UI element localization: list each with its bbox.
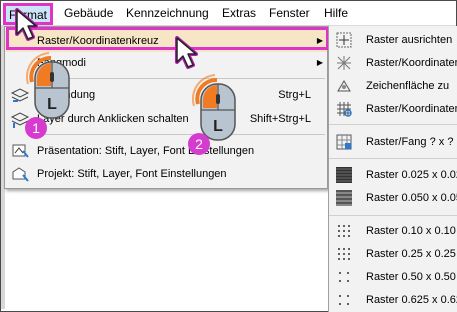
dot-grid-icon	[338, 248, 350, 260]
menu-fenster[interactable]: Fenster	[269, 1, 310, 25]
highlight-outline	[6, 27, 329, 50]
submenu-item-label: Raster 0.50 x 0.50	[366, 271, 456, 283]
grid-icon	[337, 102, 352, 117]
step-badge-1: 1	[25, 117, 47, 139]
dot-grid-icon	[338, 225, 350, 237]
step-badge-2: 2	[188, 133, 210, 155]
submenu-item-raster-0050[interactable]: Raster 0.050 x 0.050	[329, 188, 457, 208]
submenu-item-label: Raster 0.10 x 0.10	[366, 225, 456, 237]
submenu-item-label: Raster/Fang ? x ?	[366, 136, 454, 148]
menu-item-label: Projekt: Stift, Layer, Font Einstellunge…	[37, 168, 227, 180]
menu-item-projekt[interactable]: Projekt: Stift, Layer, Font Einstellunge…	[5, 163, 327, 185]
submenu-item-label: Raster ausrichten	[366, 34, 453, 46]
submenu-item-label: Raster 0.025 x 0.025	[366, 169, 457, 181]
menu-item-shortcut: Strg+L	[278, 89, 311, 101]
submenu-item-raster-0625[interactable]: Raster 0.625 x 0.625	[329, 290, 457, 310]
raster-submenu: Raster ausrichten Raster/Koordinaten Zei…	[328, 26, 457, 312]
submenu-item-label: Raster/Koordinaten	[366, 103, 457, 115]
submenu-item-raster-koordinaten-2[interactable]: Raster/Koordinaten	[329, 99, 457, 119]
grid-coordinates-icon	[337, 56, 351, 70]
menu-gebaeude[interactable]: Gebäude	[64, 1, 113, 25]
submenu-item-zeichenflaeche[interactable]: Zeichenfläche zu	[329, 76, 457, 96]
submenu-item-label: Raster 0.25 x 0.25	[366, 248, 456, 260]
menu-kennzeichnung[interactable]: Kennzeichnung	[126, 1, 209, 25]
presentation-settings-icon	[12, 144, 29, 158]
dot-grid-icon	[339, 295, 349, 305]
menu-hilfe[interactable]: Hilfe	[324, 1, 348, 25]
submenu-item-raster-050[interactable]: Raster 0.50 x 0.50	[329, 267, 457, 287]
align-grid-icon	[336, 32, 352, 48]
submenu-separator	[329, 158, 457, 159]
menu-item-praesentation[interactable]: Präsentation: Stift, Layer, Font Einstel…	[5, 140, 327, 162]
project-settings-icon	[12, 167, 29, 182]
menu-separator	[35, 134, 325, 135]
medium-grid-icon	[336, 190, 352, 206]
drawing-area-icon	[337, 80, 351, 92]
submenu-item-raster-koordinaten[interactable]: Raster/Koordinaten	[329, 53, 457, 73]
left-click-mouse-icon: L	[26, 52, 70, 119]
submenu-item-label: Raster 0.625 x 0.625	[366, 294, 457, 306]
menu-item-shortcut: Shift+Strg+L	[249, 113, 311, 125]
menu-extras[interactable]: Extras	[222, 1, 256, 25]
submenu-item-label: Raster 0.050 x 0.050	[366, 192, 457, 204]
mouse-pointer-icon	[175, 36, 198, 69]
dense-grid-icon	[336, 167, 352, 183]
submenu-item-label: Raster/Koordinaten	[366, 57, 457, 69]
dot-grid-icon	[339, 272, 349, 282]
menu-bar: Format Gebäude Kennzeichnung Extras Fens…	[1, 1, 456, 26]
submenu-item-raster-025[interactable]: Raster 0.25 x 0.25	[329, 244, 457, 264]
submenu-item-raster-fang[interactable]: Raster/Fang ? x ?	[329, 132, 457, 152]
grid-snap-icon	[336, 134, 352, 150]
submenu-arrow-icon: ▶	[316, 58, 323, 67]
submenu-item-raster-010[interactable]: Raster 0.10 x 0.10	[329, 221, 457, 241]
mouse-pointer-icon	[15, 8, 38, 41]
submenu-separator	[329, 215, 457, 216]
submenu-item-label: Zeichenfläche zu	[366, 80, 450, 92]
submenu-item-raster-0025[interactable]: Raster 0.025 x 0.025	[329, 165, 457, 185]
submenu-item-raster-ausrichten[interactable]: Raster ausrichten	[329, 30, 457, 50]
submenu-separator	[329, 124, 457, 125]
mouse-left-label: L	[213, 118, 223, 135]
menu-separator	[35, 78, 325, 79]
mouse-left-label: L	[47, 96, 57, 113]
